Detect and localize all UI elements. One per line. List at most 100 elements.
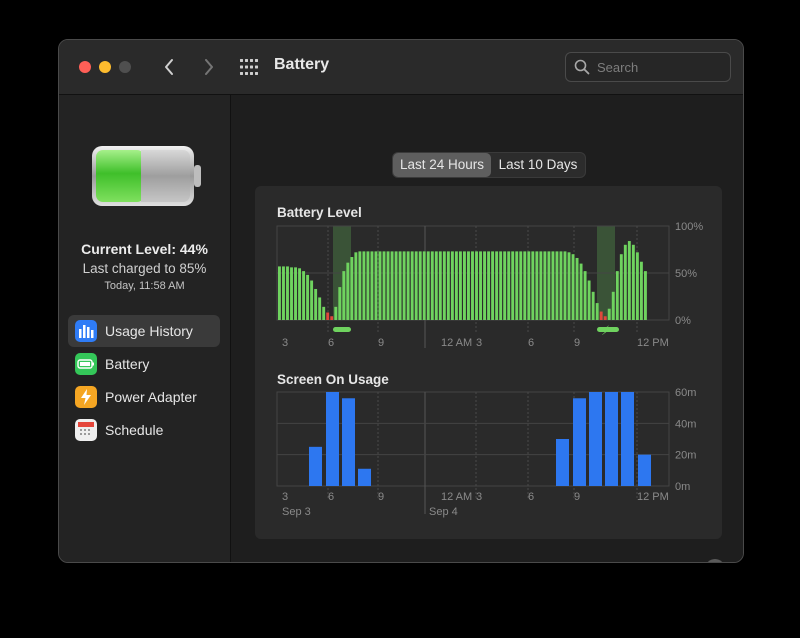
battery-bar xyxy=(350,257,354,320)
battery-bar xyxy=(627,241,631,320)
battery-bar xyxy=(358,251,362,320)
battery-bar xyxy=(314,288,318,320)
battery-bar xyxy=(543,251,547,320)
battery-bar xyxy=(571,254,575,320)
battery-bar xyxy=(338,287,342,320)
back-button[interactable] xyxy=(157,54,183,80)
show-all-grid-button[interactable] xyxy=(239,57,259,77)
battery-bar xyxy=(390,251,394,320)
y-tick-label: 100% xyxy=(675,222,703,233)
battery-bar xyxy=(438,251,442,320)
screen-usage-chart-title: Screen On Usage xyxy=(277,372,389,387)
battery-bar xyxy=(346,262,350,320)
battery-bar xyxy=(583,271,587,320)
battery-bar xyxy=(342,271,346,320)
x-tick-label: 3 xyxy=(282,491,288,503)
battery-bar xyxy=(446,251,450,320)
battery-bar xyxy=(450,251,454,320)
battery-bar xyxy=(286,266,289,320)
battery-bar xyxy=(298,268,302,320)
battery-bar xyxy=(322,306,326,320)
sidebar-item-label: Power Adapter xyxy=(105,389,197,405)
battery-bar xyxy=(639,261,643,320)
battery-bar xyxy=(318,297,322,320)
chevron-right-icon xyxy=(205,59,213,75)
battery-bar xyxy=(330,316,334,320)
screen-usage-bar xyxy=(573,398,586,486)
sidebar: Current Level: 44% Last charged to 85% T… xyxy=(59,95,231,562)
battery-bar xyxy=(334,306,338,320)
battery-bar xyxy=(278,266,281,320)
last-charged-text: Last charged to 85% xyxy=(82,261,207,276)
battery-bar xyxy=(326,312,330,320)
battery-bar xyxy=(394,251,398,320)
battery-bar xyxy=(310,280,314,320)
battery-bar xyxy=(515,251,519,320)
main-content: Last 24 Hours Last 10 Days Battery Level… xyxy=(231,95,743,562)
battery-icon xyxy=(75,353,97,375)
battery-bar xyxy=(414,251,418,320)
x-tick-label: 6 xyxy=(528,337,534,349)
sidebar-item-battery[interactable]: Battery xyxy=(68,348,220,380)
date-label: Sep 3 xyxy=(282,506,311,518)
y-tick-label: 20m xyxy=(675,450,696,462)
battery-bar xyxy=(563,251,567,320)
tab-last-10-days[interactable]: Last 10 Days xyxy=(491,153,585,177)
battery-bar xyxy=(539,251,543,320)
battery-bar xyxy=(479,251,482,320)
battery-bar xyxy=(475,251,478,320)
screen-usage-bar xyxy=(556,439,569,486)
battery-bar xyxy=(290,267,293,320)
x-tick-label: 9 xyxy=(574,491,580,503)
battery-bar xyxy=(306,274,310,320)
sidebar-item-usage-history[interactable]: Usage History xyxy=(68,315,220,347)
battery-bar xyxy=(523,251,527,320)
search-field[interactable]: Search xyxy=(565,52,731,82)
tab-last-24-hours[interactable]: Last 24 Hours xyxy=(393,153,491,177)
window-title: Battery xyxy=(274,56,330,73)
battery-bar xyxy=(294,267,297,320)
battery-bar xyxy=(631,244,635,320)
battery-bar xyxy=(471,251,474,320)
date-label: Sep 4 xyxy=(429,506,458,518)
close-window-button[interactable] xyxy=(79,61,91,73)
battery-bar xyxy=(430,251,434,320)
battery-bar xyxy=(511,251,515,320)
screen-usage-bar xyxy=(589,392,602,486)
current-level-text: Current Level: 44% xyxy=(81,241,208,257)
battery-bar xyxy=(643,271,647,320)
last-charged-time: Today, 11:58 AM xyxy=(104,280,185,292)
zoom-window-button[interactable] xyxy=(119,61,131,73)
y-tick-label: 0m xyxy=(675,481,690,493)
y-tick-label: 60m xyxy=(675,388,696,399)
bar-chart-icon xyxy=(75,320,97,342)
x-tick-label: 9 xyxy=(378,491,384,503)
battery-bar xyxy=(579,263,583,320)
minimize-window-button[interactable] xyxy=(99,61,111,73)
sidebar-item-power-adapter[interactable]: Power Adapter xyxy=(68,381,220,413)
battery-preferences-window: Battery Search Current Level: 44% Last c… xyxy=(58,39,744,563)
sidebar-item-schedule[interactable]: Schedule xyxy=(68,414,220,446)
x-tick-label: 9 xyxy=(378,337,384,349)
battery-bar xyxy=(463,251,466,320)
x-tick-label: 12 AM xyxy=(441,337,472,349)
battery-bar xyxy=(623,244,627,320)
battery-bar xyxy=(611,291,615,320)
battery-level-chart: 100% 50% 0% ⚡ 3 6 9 12 AM 3 6 9 12 PM xyxy=(276,222,703,349)
battery-bar xyxy=(519,251,523,320)
help-button[interactable]: ? xyxy=(705,559,725,562)
screen-usage-bar xyxy=(309,446,322,486)
battery-bar xyxy=(454,251,458,320)
battery-bar xyxy=(483,251,487,320)
battery-bar xyxy=(527,251,531,320)
battery-bar xyxy=(302,271,306,320)
battery-bar xyxy=(603,316,607,320)
battery-bar xyxy=(587,280,591,320)
battery-bar xyxy=(567,252,571,320)
battery-level-chart-title: Battery Level xyxy=(277,205,362,220)
battery-bar xyxy=(362,251,366,320)
battery-bar xyxy=(410,251,414,320)
battery-bar xyxy=(378,251,382,320)
y-tick-label: 40m xyxy=(675,418,696,430)
forward-button[interactable] xyxy=(195,54,221,80)
